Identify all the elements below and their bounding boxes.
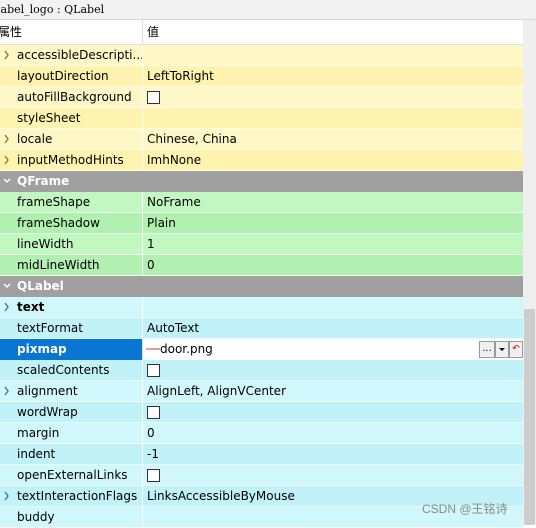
section-label: QLabel: [17, 279, 64, 293]
chevron-down-icon: [499, 348, 505, 351]
property-value[interactable]: [143, 360, 523, 381]
property-name: alignment: [0, 381, 143, 402]
property-name: openExternalLinks: [0, 465, 143, 486]
property-value[interactable]: [143, 297, 523, 318]
property-name: textFormat: [0, 318, 143, 339]
property-row-margin[interactable]: margin 0: [0, 423, 523, 444]
property-row-inputmethodhints[interactable]: inputMethodHints ImhNone: [0, 150, 523, 171]
property-value[interactable]: ImhNone: [143, 150, 523, 171]
property-row-midlinewidth[interactable]: midLineWidth 0: [0, 255, 523, 276]
property-value[interactable]: -1: [143, 444, 523, 465]
property-row-stylesheet[interactable]: styleSheet: [0, 108, 523, 129]
property-row-wordwrap[interactable]: wordWrap: [0, 402, 523, 423]
scrollbar-thumb[interactable]: [524, 309, 535, 525]
property-checkbox[interactable]: [147, 406, 160, 419]
property-value[interactable]: AlignLeft, AlignVCenter: [143, 381, 523, 402]
property-value[interactable]: [143, 402, 523, 423]
property-row-indent[interactable]: indent -1: [0, 444, 523, 465]
property-list: accessibleDescripti... layoutDirection Lef…: [0, 45, 523, 528]
pixmap-preview-icon: [146, 348, 160, 350]
chevron-down-icon[interactable]: [1, 276, 13, 296]
property-checkbox[interactable]: [147, 469, 160, 482]
property-row-alignment[interactable]: alignment AlignLeft, AlignVCenter: [0, 381, 523, 402]
property-row-text[interactable]: text: [0, 297, 523, 318]
property-value[interactable]: [143, 87, 523, 108]
section-label: QFrame: [17, 174, 70, 188]
property-name: accessibleDescripti...: [0, 45, 143, 66]
property-value[interactable]: 0: [143, 423, 523, 444]
property-value[interactable]: [143, 465, 523, 486]
property-value[interactable]: LeftToRight: [143, 66, 523, 87]
vertical-scrollbar[interactable]: [523, 20, 536, 525]
property-row-frameshadow[interactable]: frameShadow Plain: [0, 213, 523, 234]
property-table-header: 属性 值: [0, 20, 536, 45]
property-name: layoutDirection: [0, 66, 143, 87]
property-name: pixmap: [0, 339, 143, 360]
property-row-layoutdirection[interactable]: layoutDirection LeftToRight: [0, 66, 523, 87]
property-row-linewidth[interactable]: lineWidth 1: [0, 234, 523, 255]
property-row-openexternallinks[interactable]: openExternalLinks: [0, 465, 523, 486]
property-row-locale[interactable]: locale Chinese, China: [0, 129, 523, 150]
property-checkbox[interactable]: [147, 91, 160, 104]
property-value[interactable]: NoFrame: [143, 192, 523, 213]
property-row-textformat[interactable]: textFormat AutoText: [0, 318, 523, 339]
property-value[interactable]: Chinese, China: [143, 129, 523, 150]
watermark: CSDN @王铭诗: [422, 502, 508, 516]
property-name: styleSheet: [0, 108, 143, 129]
chevron-down-icon[interactable]: [1, 171, 13, 191]
property-name: lineWidth: [0, 234, 143, 255]
property-value[interactable]: [143, 45, 523, 66]
property-row-scaledcontents[interactable]: scaledContents: [0, 360, 523, 381]
header-property[interactable]: 属性: [0, 20, 143, 44]
property-value[interactable]: [143, 108, 523, 129]
property-name: scaledContents: [0, 360, 143, 381]
property-name: locale: [0, 129, 143, 150]
section-qframe[interactable]: QFrame: [0, 171, 523, 192]
property-name: frameShadow: [0, 213, 143, 234]
property-value[interactable]: 0: [143, 255, 523, 276]
dropdown-button[interactable]: [495, 341, 509, 358]
window-title-bar: label_logo : QLabel: [0, 0, 536, 20]
header-value[interactable]: 值: [143, 20, 523, 44]
property-name: textInteractionFlags: [0, 486, 143, 507]
property-value[interactable]: AutoText: [143, 318, 523, 339]
property-name: frameShape: [0, 192, 143, 213]
reset-button[interactable]: ↶: [509, 341, 523, 358]
property-row-autofillbackground[interactable]: autoFillBackground: [0, 87, 523, 108]
pixmap-filename: door.png: [160, 342, 213, 356]
property-value[interactable]: Plain: [143, 213, 523, 234]
property-name: inputMethodHints: [0, 150, 143, 171]
browse-button[interactable]: ...: [479, 341, 495, 358]
property-name: autoFillBackground: [0, 87, 143, 108]
property-name: midLineWidth: [0, 255, 143, 276]
section-qlabel[interactable]: QLabel: [0, 276, 523, 297]
property-name: margin: [0, 423, 143, 444]
property-name: wordWrap: [0, 402, 143, 423]
property-row-frameshape[interactable]: frameShape NoFrame: [0, 192, 523, 213]
property-name: indent: [0, 444, 143, 465]
property-value[interactable]: 1: [143, 234, 523, 255]
property-checkbox[interactable]: [147, 364, 160, 377]
property-row-accessibledescripti[interactable]: accessibleDescripti...: [0, 45, 523, 66]
property-value[interactable]: door.png... ↶: [143, 339, 523, 360]
property-name: text: [0, 297, 143, 318]
window-title: label_logo : QLabel: [0, 3, 105, 16]
property-row-pixmap[interactable]: pixmap door.png... ↶: [0, 339, 523, 360]
